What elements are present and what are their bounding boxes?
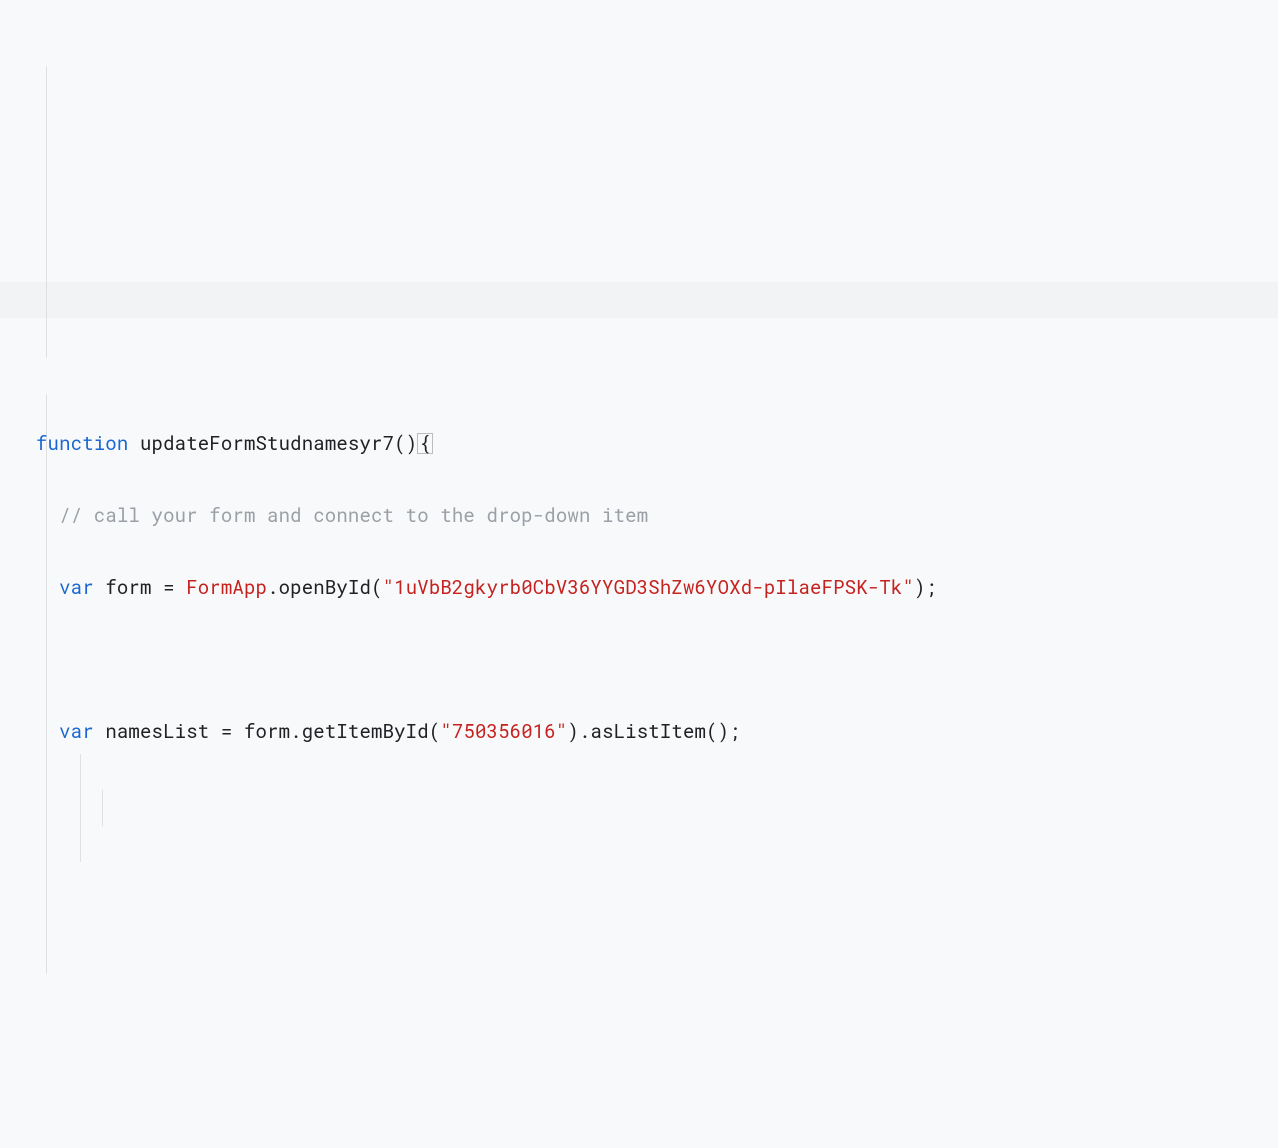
code-line[interactable]: var namesList = form.getItemById("750356…: [36, 714, 1278, 750]
code-line[interactable]: [36, 1002, 1278, 1038]
current-line-highlight: [0, 282, 1278, 318]
code-line[interactable]: // call your form and connect to the dro…: [36, 498, 1278, 534]
code-line[interactable]: [36, 1074, 1278, 1110]
code-line[interactable]: [36, 858, 1278, 894]
code-line[interactable]: [36, 786, 1278, 822]
code-editor[interactable]: function updateFormStudnamesyr7(){ // ca…: [0, 0, 1278, 1148]
indent-guide: [46, 66, 47, 358]
code-line[interactable]: [36, 930, 1278, 966]
code-line[interactable]: [36, 642, 1278, 678]
code-line[interactable]: var form = FormApp.openById("1uVbB2gkyrb…: [36, 570, 1278, 606]
code-block: function updateFormStudnamesyr7(){ // ca…: [36, 390, 1278, 1148]
code-line[interactable]: function updateFormStudnamesyr7(){: [36, 426, 1278, 462]
